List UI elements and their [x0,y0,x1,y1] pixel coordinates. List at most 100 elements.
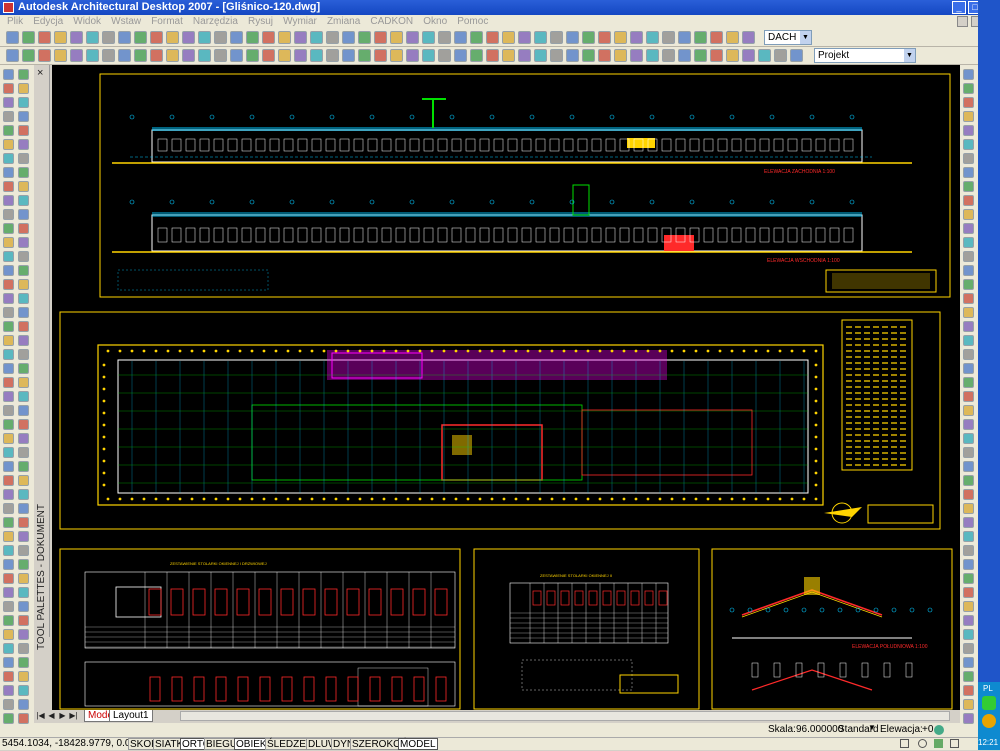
tool-icon[interactable] [963,601,974,612]
tool-icon[interactable] [3,251,14,262]
tool-icon[interactable] [18,363,29,374]
tool-icon[interactable] [18,671,29,682]
tool-icon[interactable] [3,279,14,290]
elevation-value[interactable]: +0 [922,724,933,735]
tool-icon[interactable] [3,433,14,444]
tool-icon[interactable] [963,391,974,402]
tool-icon[interactable] [18,405,29,416]
chevron-down-icon[interactable]: ▼ [904,49,915,62]
tool-icon[interactable] [3,363,14,374]
tool-icon[interactable] [3,461,14,472]
tool-icon[interactable] [6,31,19,44]
minimize-button[interactable]: _ [952,1,966,14]
tool-icon[interactable] [18,419,29,430]
tool-icon[interactable] [18,181,29,192]
tool-icon[interactable] [963,167,974,178]
tool-icon[interactable] [358,31,371,44]
horizontal-scrollbar[interactable] [180,711,950,721]
tool-icon[interactable] [18,153,29,164]
tab-prev-button[interactable]: ◀ [47,711,56,721]
tool-icon[interactable] [963,251,974,262]
network-icon[interactable] [982,714,996,728]
tool-icon[interactable] [3,685,14,696]
menu-zmiana[interactable]: Zmiana [327,15,360,29]
tool-icon[interactable] [3,643,14,654]
tool-icon[interactable] [963,153,974,164]
tool-icon[interactable] [390,49,403,62]
tool-icon[interactable] [758,49,771,62]
tool-icon[interactable] [6,49,19,62]
tool-icon[interactable] [22,31,35,44]
tool-icon[interactable] [963,321,974,332]
tool-icon[interactable] [3,237,14,248]
menu-wstaw[interactable]: Wstaw [111,15,141,29]
tool-icon[interactable] [182,49,195,62]
tool-icon[interactable] [963,461,974,472]
tool-icon[interactable] [214,31,227,44]
tool-icon[interactable] [18,601,29,612]
tool-icon[interactable] [3,349,14,360]
tool-icon[interactable] [18,713,29,724]
tray-settings-icon[interactable] [918,739,927,748]
tool-icon[interactable] [18,573,29,584]
tool-icon[interactable] [582,31,595,44]
tool-icon[interactable] [18,335,29,346]
tool-icon[interactable] [3,699,14,710]
tool-icon[interactable] [3,531,14,542]
tool-icon[interactable] [18,545,29,556]
tool-icon[interactable] [374,49,387,62]
tool-icon[interactable] [963,433,974,444]
tool-icon[interactable] [294,31,307,44]
tool-icon[interactable] [662,31,675,44]
tool-icon[interactable] [630,49,643,62]
tool-icon[interactable] [566,31,579,44]
tool-icon[interactable] [3,601,14,612]
tool-icon[interactable] [230,49,243,62]
tool-icon[interactable] [262,49,275,62]
tool-icon[interactable] [18,531,29,542]
tool-icon[interactable] [710,49,723,62]
tool-icon[interactable] [70,49,83,62]
tool-icon[interactable] [3,615,14,626]
menu-wymiar[interactable]: Wymiar [283,15,317,29]
tool-icon[interactable] [3,671,14,682]
tool-icon[interactable] [963,643,974,654]
tool-icon[interactable] [18,209,29,220]
tool-icon[interactable] [166,49,179,62]
tool-icon[interactable] [3,391,14,402]
tool-icon[interactable] [502,31,515,44]
tool-icon[interactable] [963,195,974,206]
tool-icon[interactable] [38,31,51,44]
tool-icon[interactable] [963,125,974,136]
tool-icon[interactable] [3,97,14,108]
tool-icon[interactable] [438,49,451,62]
menu-pomoc[interactable]: Pomoc [457,15,488,29]
tool-icon[interactable] [3,223,14,234]
tool-icon[interactable] [598,31,611,44]
tool-icon[interactable] [3,335,14,346]
tool-icon[interactable] [963,503,974,514]
tool-icon[interactable] [963,475,974,486]
tool-icon[interactable] [518,49,531,62]
tool-icon[interactable] [963,489,974,500]
tool-icon[interactable] [486,31,499,44]
tool-icon[interactable] [3,517,14,528]
app-icon[interactable] [3,2,14,13]
tool-icon[interactable] [3,69,14,80]
tool-icon[interactable] [470,49,483,62]
tool-icon[interactable] [694,49,707,62]
tool-icon[interactable] [118,31,131,44]
tool-icon[interactable] [70,31,83,44]
tool-icon[interactable] [326,31,339,44]
tool-icon[interactable] [18,699,29,710]
lock-icon[interactable] [934,725,944,735]
tool-icon[interactable] [18,321,29,332]
tool-icon[interactable] [18,69,29,80]
tool-icon[interactable] [646,49,659,62]
tool-icon[interactable] [662,49,675,62]
tool-icon[interactable] [18,517,29,528]
tool-icon[interactable] [18,111,29,122]
menu-format[interactable]: Format [151,15,183,29]
tool-icon[interactable] [38,49,51,62]
tool-icon[interactable] [310,31,323,44]
